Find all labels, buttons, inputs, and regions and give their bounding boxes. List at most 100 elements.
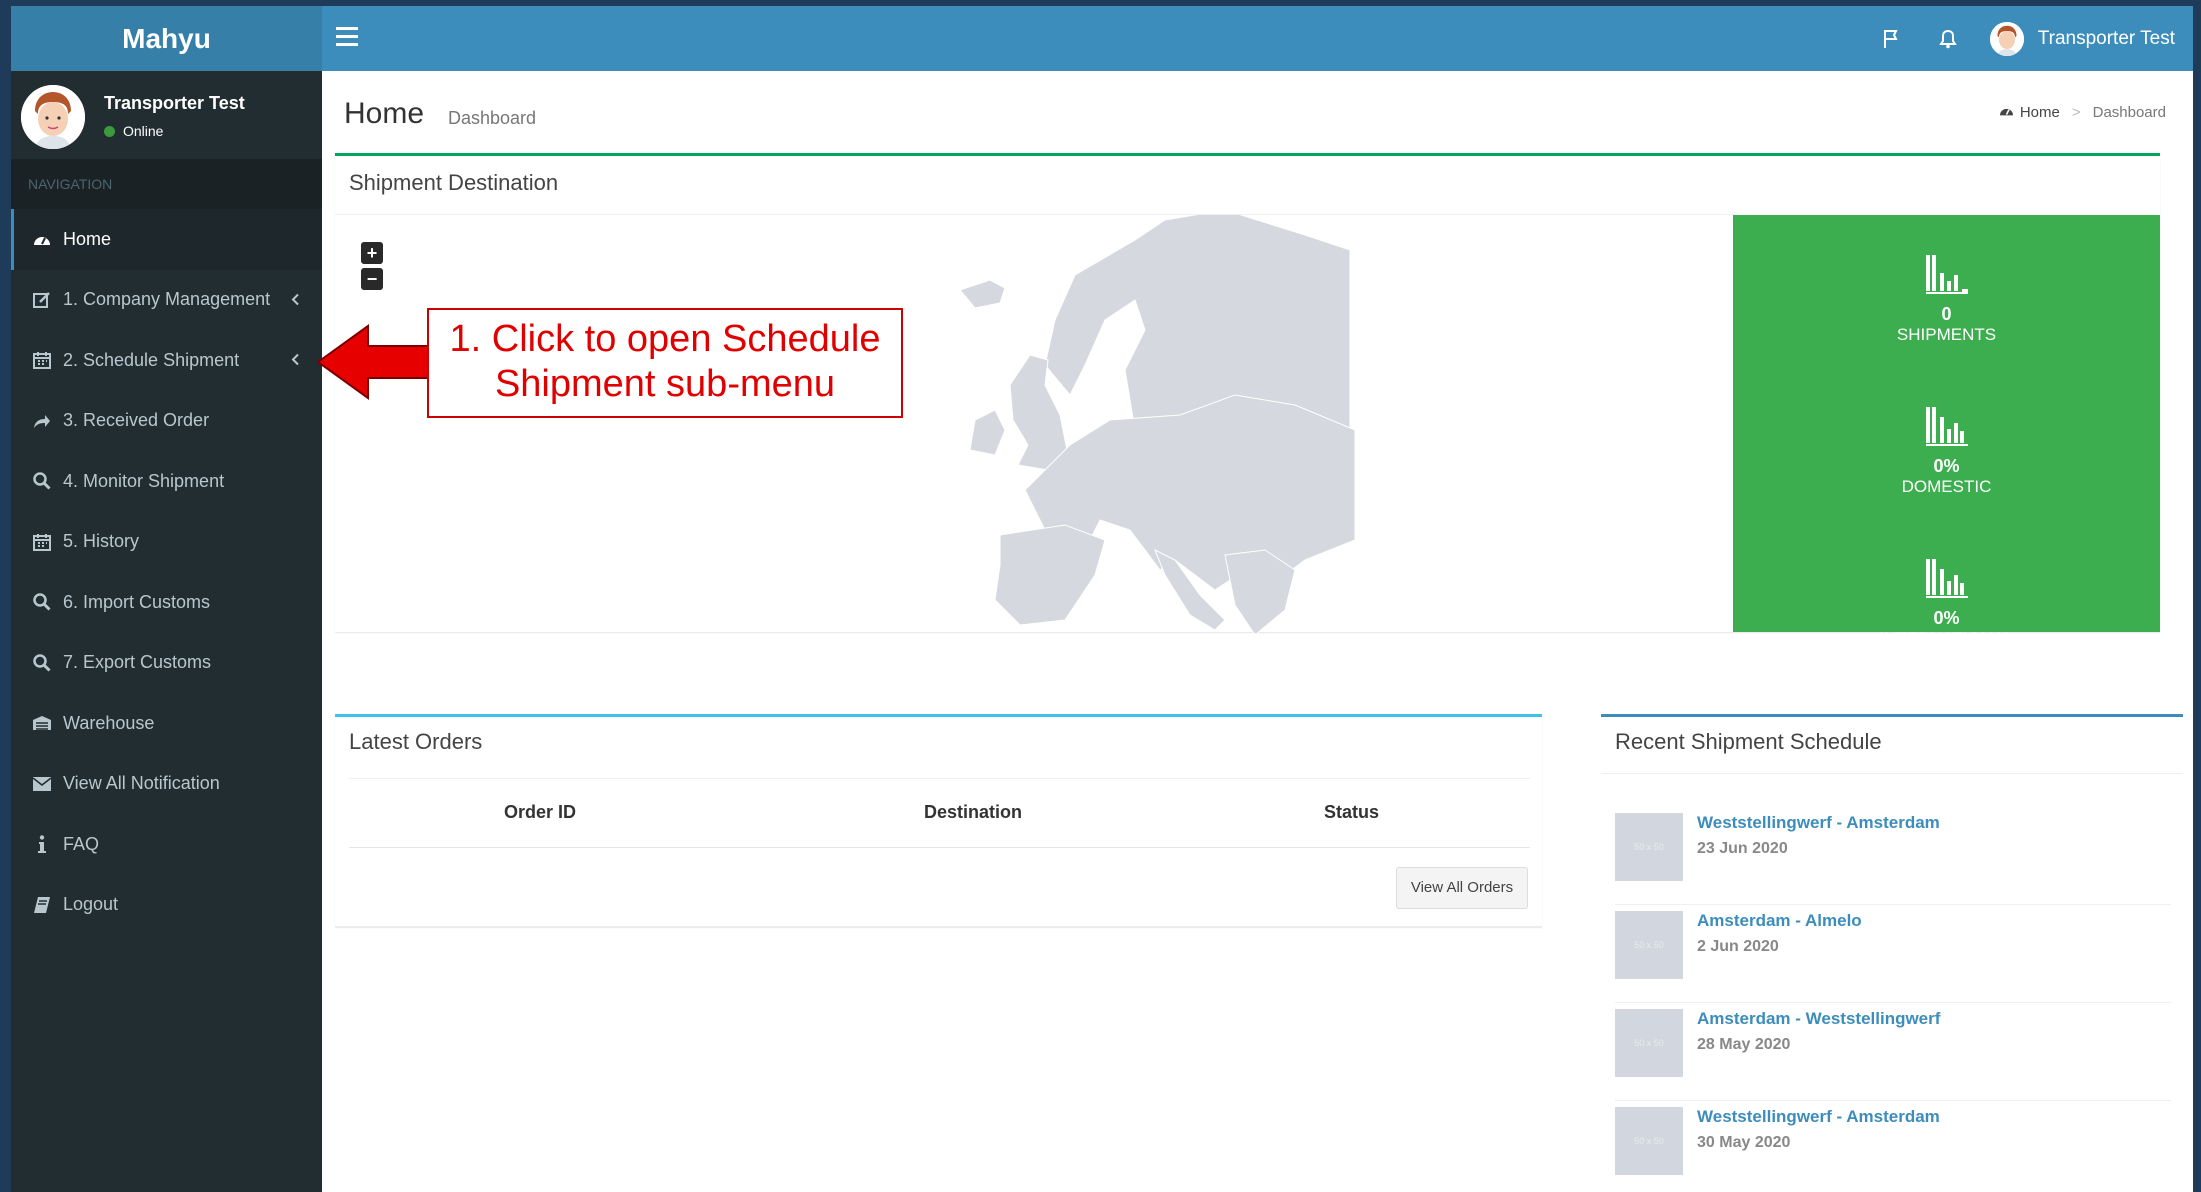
flag-icon[interactable] <box>1878 25 1906 53</box>
sidebar-item-view-all-notification[interactable]: View All Notification <box>11 754 322 815</box>
annotation-line-1: 1. Click to open Schedule <box>449 318 881 360</box>
user-panel: Transporter Test Online <box>11 71 322 159</box>
shipment-date: 28 May 2020 <box>1697 1036 1791 1053</box>
sidebar-user-name: Transporter Test <box>104 93 245 113</box>
search-icon <box>31 654 53 672</box>
nav-header: NAVIGATION <box>11 159 322 209</box>
avatar <box>21 85 85 149</box>
latest-orders-box: Latest Orders Order ID Destination Statu… <box>335 714 1542 927</box>
shipment-stats-panel: 0 SHIPMENTS 0% DOMESTIC 0% INTERNATIONAL <box>1733 215 2160 648</box>
sidebar-item-faq[interactable]: FAQ <box>11 814 322 875</box>
sidebar-item-label: Logout <box>63 894 119 915</box>
annotation-callout: 1. Click to open Schedule Shipment sub-m… <box>427 308 903 418</box>
envelope-icon <box>31 776 53 791</box>
sidebar-item-export-customs[interactable]: 7. Export Customs <box>11 633 322 694</box>
recent-shipment-list: 50 x 50 Weststellingwerf - Amsterdam 23 … <box>1615 807 2171 1192</box>
breadcrumb-home-link[interactable]: Home <box>2020 104 2060 121</box>
shipment-route-link[interactable]: Amsterdam - Weststellingwerf <box>1697 1009 1940 1029</box>
stat-label: SHIPMENTS <box>1896 325 1997 344</box>
chevron-left-icon <box>291 289 300 310</box>
sidebar-item-label: 3. Received Order <box>63 410 210 431</box>
page-subtitle: Dashboard <box>448 108 537 128</box>
red-arrow-annotation <box>316 324 429 400</box>
bell-icon[interactable] <box>1934 25 1962 53</box>
shipment-route-link[interactable]: Amsterdam - Almelo <box>1697 911 1862 931</box>
list-item: 50 x 50 Weststellingwerf - Amsterdam 23 … <box>1615 807 2171 905</box>
sidebar-item-label: 7. Export Customs <box>63 652 212 673</box>
stat-label: INTERNATIONAL <box>1879 629 2014 648</box>
sidebar-item-label: 4. Monitor Shipment <box>63 470 225 491</box>
shipment-route-link[interactable]: Weststellingwerf - Amsterdam <box>1697 1107 1940 1127</box>
orders-table-header: Order ID Destination Status <box>349 778 1530 848</box>
online-status-dot <box>104 125 115 137</box>
stat-international: 0% INTERNATIONAL <box>1733 557 2160 649</box>
sidebar-item-label: FAQ <box>63 833 100 854</box>
divider <box>1601 773 2183 774</box>
sidebar-item-label: 1. Company Management <box>63 289 271 310</box>
shipment-date: 23 Jun 2020 <box>1697 840 1788 857</box>
book-icon <box>31 896 53 914</box>
user-menu[interactable]: Transporter Test <box>1989 21 2175 56</box>
view-all-orders-button[interactable]: View All Orders <box>1396 867 1528 909</box>
user-menu-name: Transporter Test <box>2037 27 2175 49</box>
calendar-icon <box>31 351 53 370</box>
bar-chart-icon <box>1924 255 1970 299</box>
page-title: Home <box>344 97 425 130</box>
stat-shipments: 0 SHIPMENTS <box>1733 253 2160 345</box>
user-status: Online <box>104 123 163 139</box>
sidebar-item-received-order[interactable]: 3. Received Order <box>11 391 322 452</box>
thumbnail-image: 50 x 50 <box>1615 813 1683 881</box>
calendar-icon <box>31 533 53 551</box>
list-item: 50 x 50 Amsterdam - Almelo 2 Jun 2020 <box>1615 905 2171 1003</box>
thumbnail-image: 50 x 50 <box>1615 911 1683 979</box>
sidebar: Transporter Test Online NAVIGATION Home … <box>11 71 322 1192</box>
sidebar-item-monitor-shipment[interactable]: 4. Monitor Shipment <box>11 451 322 512</box>
top-navbar: Transporter Test <box>322 6 2193 71</box>
chevron-left-icon <box>291 350 300 371</box>
box-title: Shipment Destination <box>349 170 559 195</box>
stat-value: 0% <box>1933 456 1960 476</box>
sidebar-item-label: Home <box>63 228 112 249</box>
divider <box>335 926 1542 927</box>
search-icon <box>31 472 53 490</box>
sidebar-item-label: Warehouse <box>63 712 155 733</box>
app-window: Mahyu Transporter Test Transporter Test <box>11 6 2193 1192</box>
shipment-route-link[interactable]: Weststellingwerf - Amsterdam <box>1697 813 1940 833</box>
sidebar-toggle-icon[interactable] <box>336 27 358 49</box>
column-header-status: Status <box>1324 802 1380 822</box>
column-header-destination: Destination <box>924 802 1023 822</box>
sidebar-item-company-management[interactable]: 1. Company Management <box>11 270 322 331</box>
edit-icon <box>31 291 53 309</box>
sidebar-item-import-customs[interactable]: 6. Import Customs <box>11 572 322 633</box>
search-icon <box>31 593 53 611</box>
stat-value: 0% <box>1933 608 1960 628</box>
thumbnail-image: 50 x 50 <box>1615 1009 1683 1077</box>
shipment-date: 30 May 2020 <box>1697 1134 1791 1151</box>
europe-map[interactable]: + − <box>335 214 1735 633</box>
sidebar-item-warehouse[interactable]: Warehouse <box>11 693 322 754</box>
sidebar-item-home[interactable]: Home <box>11 209 322 270</box>
stat-domestic: 0% DOMESTIC <box>1733 405 2160 497</box>
stat-label: DOMESTIC <box>1901 477 1992 496</box>
sidebar-item-logout[interactable]: Logout <box>11 875 322 936</box>
box-title: Recent Shipment Schedule <box>1615 729 1882 754</box>
stat-value: 0 <box>1941 304 1952 324</box>
sidebar-item-label: 6. Import Customs <box>63 591 211 612</box>
list-item: 50 x 50 Weststellingwerf - Amsterdam 30 … <box>1615 1101 2171 1192</box>
bar-chart-icon <box>1924 559 1970 603</box>
dashboard-icon <box>31 231 53 247</box>
shipment-date: 2 Jun 2020 <box>1697 938 1779 955</box>
sidebar-item-schedule-shipment[interactable]: 2. Schedule Shipment <box>11 330 322 391</box>
breadcrumb: Home > Dashboard <box>1999 104 2166 121</box>
thumbnail-image: 50 x 50 <box>1615 1107 1683 1175</box>
column-header-order-id: Order ID <box>504 802 577 822</box>
info-icon <box>31 835 53 854</box>
avatar <box>1989 21 2024 56</box>
europe-map-shape <box>959 215 1356 633</box>
sidebar-item-label: 5. History <box>63 531 140 552</box>
dashboard-icon <box>1999 104 2014 121</box>
app-logo[interactable]: Mahyu <box>11 6 322 71</box>
sidebar-item-history[interactable]: 5. History <box>11 512 322 573</box>
bar-chart-icon <box>1924 407 1970 451</box>
user-status-label: Online <box>123 123 164 139</box>
